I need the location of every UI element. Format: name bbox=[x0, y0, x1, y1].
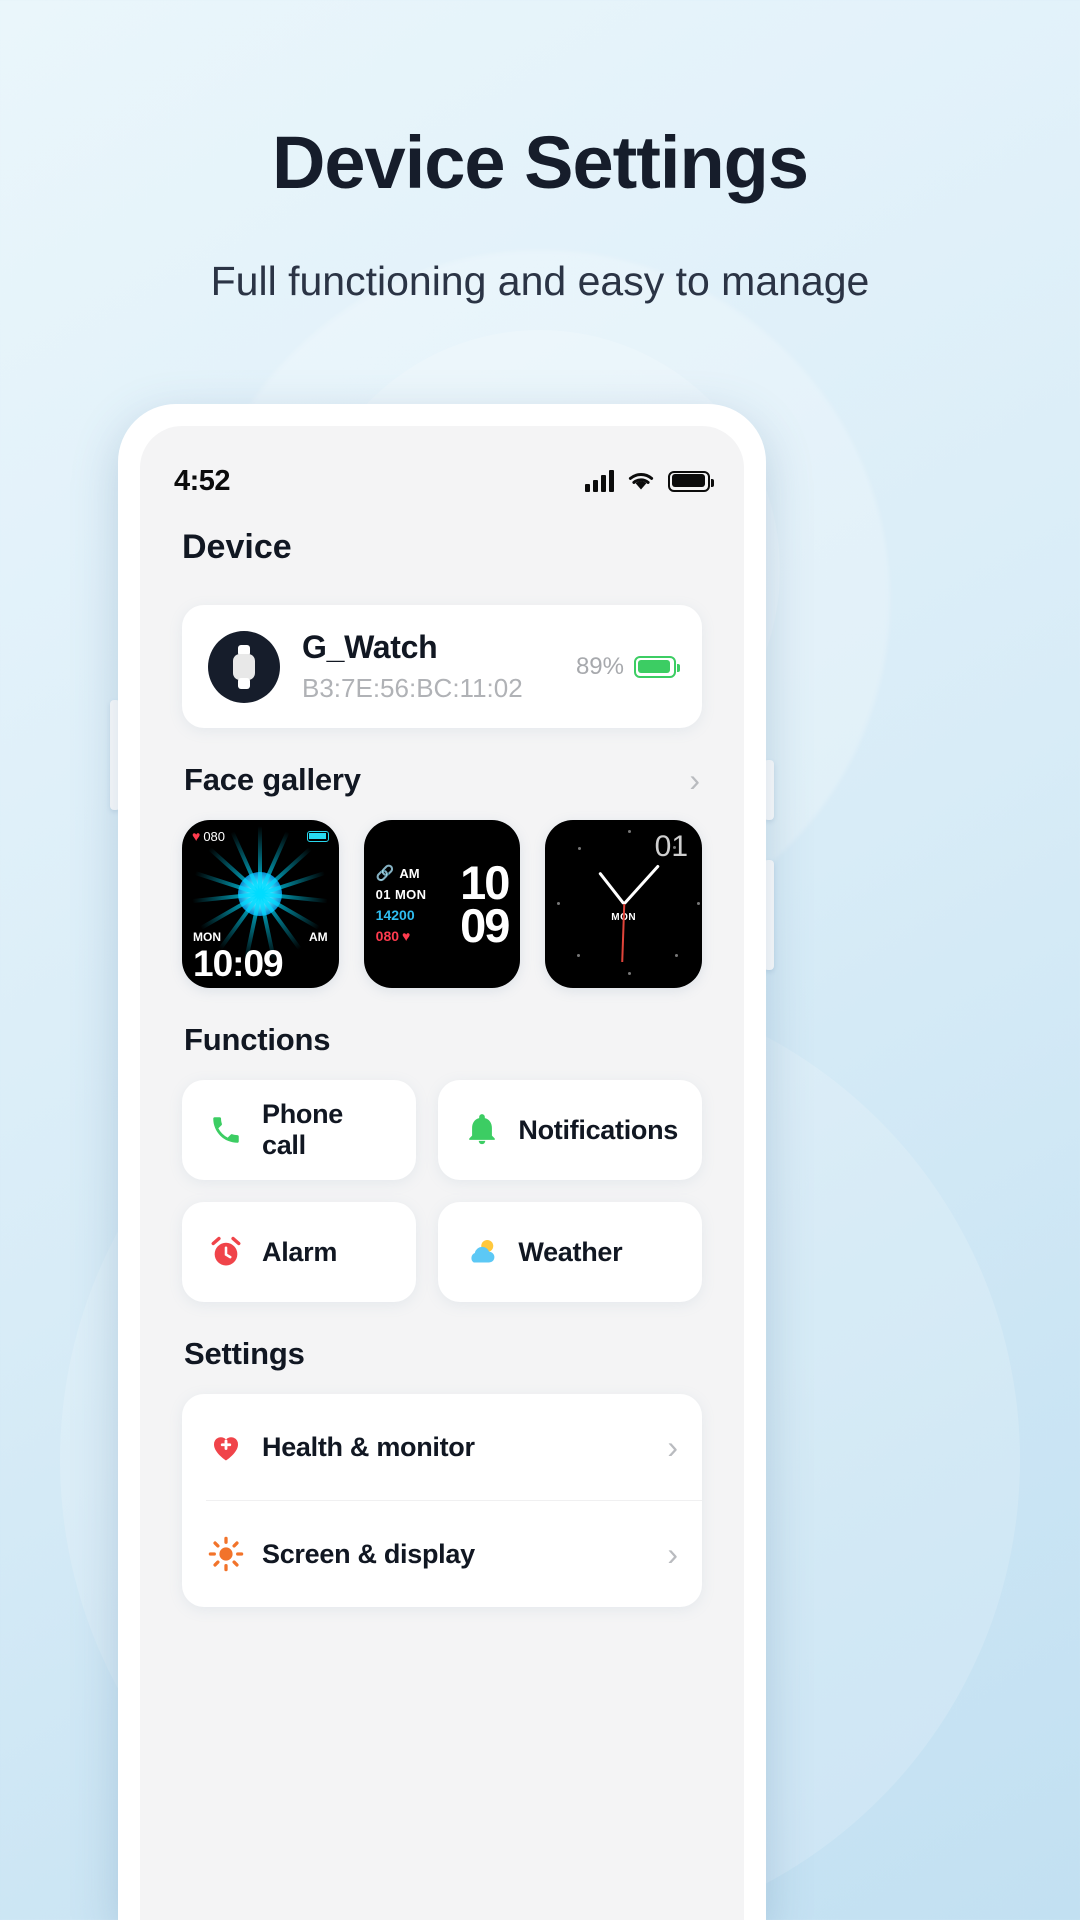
heart-plus-icon bbox=[206, 1427, 246, 1467]
page-subtitle: Full functioning and easy to manage bbox=[210, 258, 870, 304]
brightness-icon bbox=[206, 1534, 246, 1574]
face-gallery-title: Face gallery bbox=[184, 762, 361, 797]
page-title: Device Settings bbox=[271, 121, 809, 204]
cloud-sun-icon bbox=[462, 1232, 502, 1272]
phone-screen: 4:52 Device G_Watch B3:7E:56:BC:11:02 89… bbox=[140, 426, 744, 1920]
alarm-clock-icon bbox=[206, 1232, 246, 1272]
heart-icon: ♥ bbox=[402, 928, 411, 944]
function-phone-call[interactable]: Phone call bbox=[182, 1080, 417, 1180]
setting-health-monitor[interactable]: Health & monitor › bbox=[182, 1394, 702, 1500]
function-alarm[interactable]: Alarm bbox=[182, 1202, 417, 1302]
heart-rate-readout: ♥ 080 bbox=[192, 828, 225, 844]
functions-grid: Phone call Notifications Alarm Weather bbox=[182, 1080, 702, 1302]
setting-label: Health & monitor bbox=[262, 1431, 475, 1462]
minute-hand bbox=[622, 864, 660, 906]
watch-face-minute: 09 bbox=[460, 899, 510, 952]
face-gallery-header[interactable]: Face gallery › bbox=[184, 762, 700, 798]
settings-header: Settings bbox=[184, 1336, 700, 1372]
face-gallery-list: ♥ 080 MON AM 10:09 🔗 AM 01 MON 14200 080… bbox=[182, 820, 703, 988]
status-time: 4:52 bbox=[174, 464, 231, 497]
watch-face-thumbnail[interactable]: 01 MON bbox=[545, 820, 703, 988]
phone-icon bbox=[206, 1110, 246, 1150]
function-label: Alarm bbox=[262, 1236, 338, 1267]
chevron-right-icon[interactable]: › bbox=[667, 1538, 678, 1570]
phone-mockup: 4:52 Device G_Watch B3:7E:56:BC:11:02 89… bbox=[118, 404, 766, 1920]
settings-list: Health & monitor › Screen & display › bbox=[182, 1394, 702, 1607]
chevron-right-icon[interactable]: › bbox=[689, 764, 700, 796]
watch-face-thumbnail[interactable]: 🔗 AM 01 MON 14200 080 ♥ 10 09 bbox=[363, 820, 521, 988]
watch-face-meridiem: AM bbox=[399, 865, 420, 881]
link-icon: 🔗 bbox=[375, 865, 395, 882]
device-card[interactable]: G_Watch B3:7E:56:BC:11:02 89% bbox=[182, 605, 702, 728]
watch-face-time: 10:09 bbox=[193, 943, 284, 984]
battery-icon bbox=[668, 470, 714, 492]
functions-header: Functions bbox=[184, 1022, 700, 1058]
wifi-icon bbox=[628, 472, 654, 489]
hour-hand bbox=[597, 871, 625, 905]
battery-icon bbox=[306, 830, 329, 842]
functions-title: Functions bbox=[184, 1022, 331, 1057]
function-label: Weather bbox=[518, 1236, 623, 1267]
app-page-title: Device bbox=[182, 528, 292, 566]
function-label: Notifications bbox=[518, 1114, 678, 1145]
app-content: Device G_Watch B3:7E:56:BC:11:02 89% Fac… bbox=[140, 506, 744, 1607]
watch-face-heart-rate: 080 bbox=[375, 928, 400, 944]
watch-face-day: MON bbox=[193, 930, 221, 944]
function-notifications[interactable]: Notifications bbox=[438, 1080, 702, 1180]
watch-face-thumbnail[interactable]: ♥ 080 MON AM 10:09 bbox=[182, 820, 339, 988]
cellular-signal-icon bbox=[585, 470, 614, 492]
status-bar: 4:52 bbox=[140, 456, 744, 506]
device-mac-address: B3:7E:56:BC:11:02 bbox=[302, 673, 523, 703]
battery-percent: 89% bbox=[575, 652, 624, 680]
watch-face-meridiem: AM bbox=[309, 930, 328, 944]
watch-face-hour: 10 bbox=[460, 855, 510, 909]
device-battery: 89% bbox=[575, 652, 680, 681]
chevron-right-icon[interactable]: › bbox=[667, 1431, 678, 1463]
smartwatch-icon bbox=[208, 630, 280, 703]
heart-rate-value: 080 bbox=[203, 828, 226, 844]
setting-screen-display[interactable]: Screen & display › bbox=[182, 1501, 702, 1607]
setting-label: Screen & display bbox=[262, 1538, 475, 1569]
battery-icon bbox=[634, 655, 680, 678]
function-weather[interactable]: Weather bbox=[438, 1202, 702, 1302]
settings-title: Settings bbox=[184, 1336, 305, 1371]
watch-face-steps: 14200 bbox=[375, 907, 415, 923]
watch-face-date: 01 MON bbox=[375, 887, 427, 902]
heart-icon: ♥ bbox=[192, 828, 201, 844]
bell-icon bbox=[462, 1110, 502, 1150]
device-name: G_Watch bbox=[302, 629, 438, 665]
watch-face-date-number: 01 bbox=[654, 830, 689, 863]
function-label: Phone call bbox=[262, 1099, 344, 1160]
